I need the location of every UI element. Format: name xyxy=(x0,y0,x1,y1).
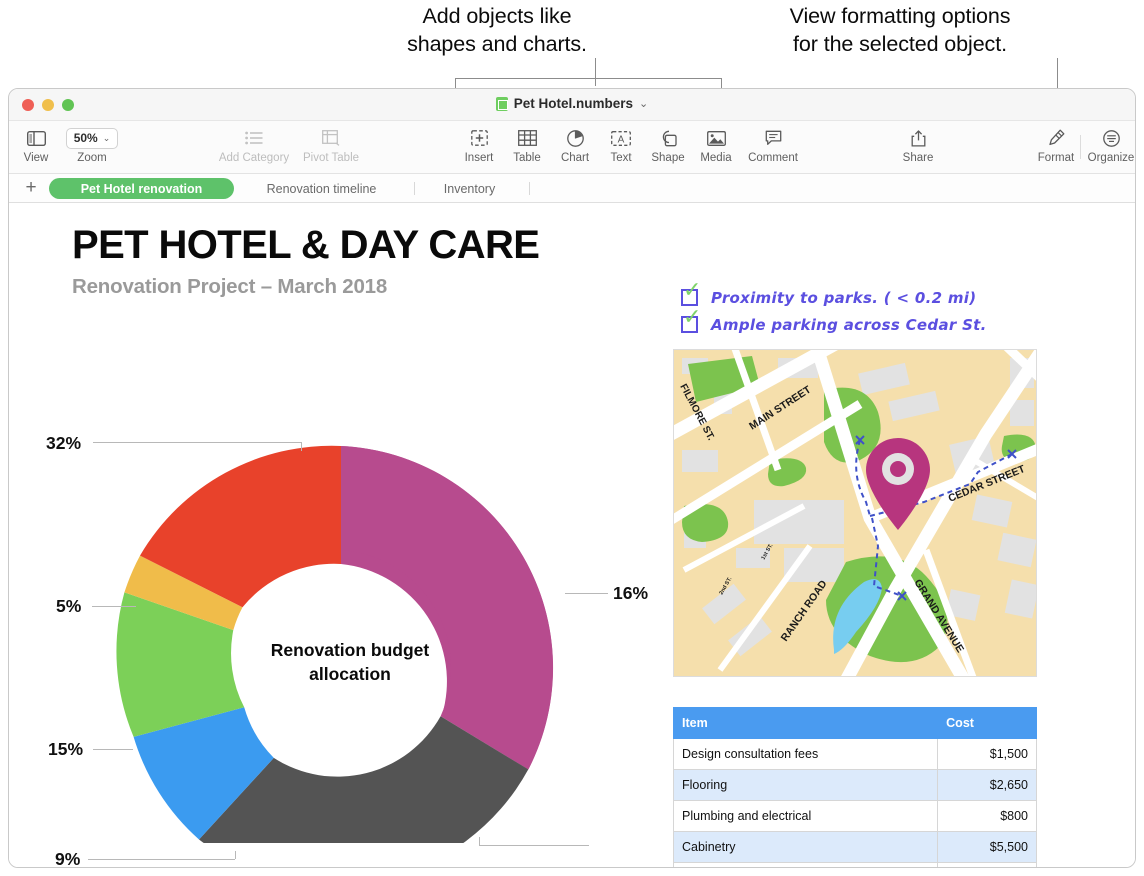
pct-leader-design-rise xyxy=(235,851,236,859)
add-sheet-button[interactable]: + xyxy=(20,178,42,199)
pct-leader-cabinetry xyxy=(93,442,301,443)
comment-icon xyxy=(765,127,782,149)
cell-item[interactable]: Flooring xyxy=(674,770,938,801)
list-icon xyxy=(245,127,263,149)
donut-chart[interactable]: Renovation budget allocation 32% 5% 16% … xyxy=(9,203,669,868)
pct-leader-design xyxy=(88,859,235,860)
cell-cost[interactable]: $2,800 xyxy=(938,863,1037,869)
sheet-tab-divider xyxy=(529,182,530,195)
pct-leader-fixtures xyxy=(565,593,608,594)
check-mark-icon: ✓ xyxy=(683,282,701,299)
window-titlebar: Pet Hotel.numbers ⌄ xyxy=(9,89,1135,121)
column-header-item[interactable]: Item xyxy=(674,708,938,739)
toolbar-organize-button[interactable]: Organize xyxy=(1068,127,1136,164)
zoom-select[interactable]: 50% ⌄ xyxy=(66,127,119,149)
table-row[interactable]: Design consultation fees $1,500 xyxy=(674,739,1037,770)
numbers-document-icon xyxy=(496,97,508,111)
toolbar-zoom-control[interactable]: 50% ⌄ Zoom xyxy=(49,127,135,164)
format-brush-icon xyxy=(1047,127,1065,149)
toolbar-view-label: View xyxy=(24,152,49,164)
sheet-tab-renovation-timeline[interactable]: Renovation timeline xyxy=(249,178,394,199)
checklist-item-1-label: Proximity to parks. ( < 0.2 mi) xyxy=(711,289,976,307)
pct-label-fixtures: 16% xyxy=(613,583,648,604)
sheet-tab-inventory[interactable]: Inventory xyxy=(427,178,512,199)
table-row[interactable]: Plumbing and electrical $800 xyxy=(674,801,1037,832)
table-row[interactable]: Flooring $2,650 xyxy=(674,770,1037,801)
toolbar-add-category-label: Add Category xyxy=(219,152,289,164)
toolbar-share-label: Share xyxy=(903,152,934,164)
media-image-icon xyxy=(707,127,726,149)
document-title: Pet Hotel.numbers xyxy=(514,96,633,111)
cell-cost[interactable]: $2,650 xyxy=(938,770,1037,801)
document-title-group[interactable]: Pet Hotel.numbers ⌄ xyxy=(9,96,1135,111)
main-toolbar: View 50% ⌄ Zoom Add Cate xyxy=(9,121,1135,174)
checklist-item-2-label: Ample parking across Cedar St. xyxy=(711,316,987,334)
sheet-tab-pet-hotel-renovation[interactable]: Pet Hotel renovation xyxy=(49,178,234,199)
toolbar-share-button[interactable]: Share xyxy=(875,127,961,164)
toolbar-zoom-label: Zoom xyxy=(77,152,106,164)
pct-leader-plumbing xyxy=(92,606,136,607)
toolbar-organize-label: Organize xyxy=(1088,152,1135,164)
cell-item[interactable]: Design consultation fees xyxy=(674,739,938,770)
toolbar-media-label: Media xyxy=(700,152,731,164)
share-icon xyxy=(911,127,926,149)
callout-insert-bracket-top xyxy=(455,78,722,79)
pct-leader-flooring xyxy=(93,749,133,750)
sheet-tab-divider xyxy=(414,182,415,195)
numbers-window: Pet Hotel.numbers ⌄ View 50% ⌄ Zoom xyxy=(8,88,1136,868)
toolbar-comment-label: Comment xyxy=(748,152,798,164)
map-image[interactable]: FILMORE ST. MAIN STREET CEDAR STREET RAN… xyxy=(673,349,1037,677)
toolbar-comment-button[interactable]: Comment xyxy=(730,127,816,164)
chevron-down-icon: ⌄ xyxy=(103,133,111,144)
callout-insert-leader-stem xyxy=(595,58,596,86)
pct-label-plumbing: 5% xyxy=(56,596,81,617)
donut-center-label: Renovation budget allocation xyxy=(235,638,465,686)
zoom-value: 50% xyxy=(74,131,98,145)
pct-label-flooring: 15% xyxy=(48,739,83,760)
callout-format-text: View formatting options for the selected… xyxy=(700,2,1100,58)
cell-cost[interactable]: $5,500 xyxy=(938,832,1037,863)
sidebar-icon xyxy=(27,127,46,149)
callout-insert-text: Add objects like shapes and charts. xyxy=(352,2,642,58)
sheet-tab-bar: + Pet Hotel renovation Renovation timeli… xyxy=(9,174,1135,203)
sheet-canvas[interactable]: PET HOTEL & DAY CARE Renovation Project … xyxy=(9,203,1135,868)
chevron-down-icon[interactable]: ⌄ xyxy=(639,97,648,110)
cell-item[interactable]: Cabinetry xyxy=(674,832,938,863)
cost-table[interactable]: Item Cost Design consultation fees $1,50… xyxy=(673,707,1037,868)
cell-cost[interactable]: $800 xyxy=(938,801,1037,832)
cell-cost[interactable]: $1,500 xyxy=(938,739,1037,770)
pivot-icon xyxy=(322,127,341,149)
table-row[interactable]: Fixtures and fittings $2,800 xyxy=(674,863,1037,869)
toolbar-pivot-table-button[interactable]: Pivot Table xyxy=(288,127,374,164)
column-header-cost[interactable]: Cost xyxy=(938,708,1037,739)
cell-item[interactable]: Fixtures and fittings xyxy=(674,863,938,869)
pct-label-cabinetry: 32% xyxy=(46,433,81,454)
pct-leader-labor xyxy=(479,845,589,846)
toolbar-pivot-table-label: Pivot Table xyxy=(303,152,359,164)
cell-item[interactable]: Plumbing and electrical xyxy=(674,801,938,832)
svg-text:A: A xyxy=(618,134,625,145)
pct-label-design: 9% xyxy=(55,849,80,868)
pct-leader-cabinetry-drop xyxy=(301,442,302,451)
table-header-row: Item Cost xyxy=(674,708,1037,739)
organize-icon xyxy=(1103,127,1120,149)
check-mark-icon: ✓ xyxy=(683,309,701,326)
table-row[interactable]: Cabinetry $5,500 xyxy=(674,832,1037,863)
pct-leader-labor-rise xyxy=(479,837,480,845)
toolbar-add-category-button[interactable]: Add Category xyxy=(211,127,297,164)
